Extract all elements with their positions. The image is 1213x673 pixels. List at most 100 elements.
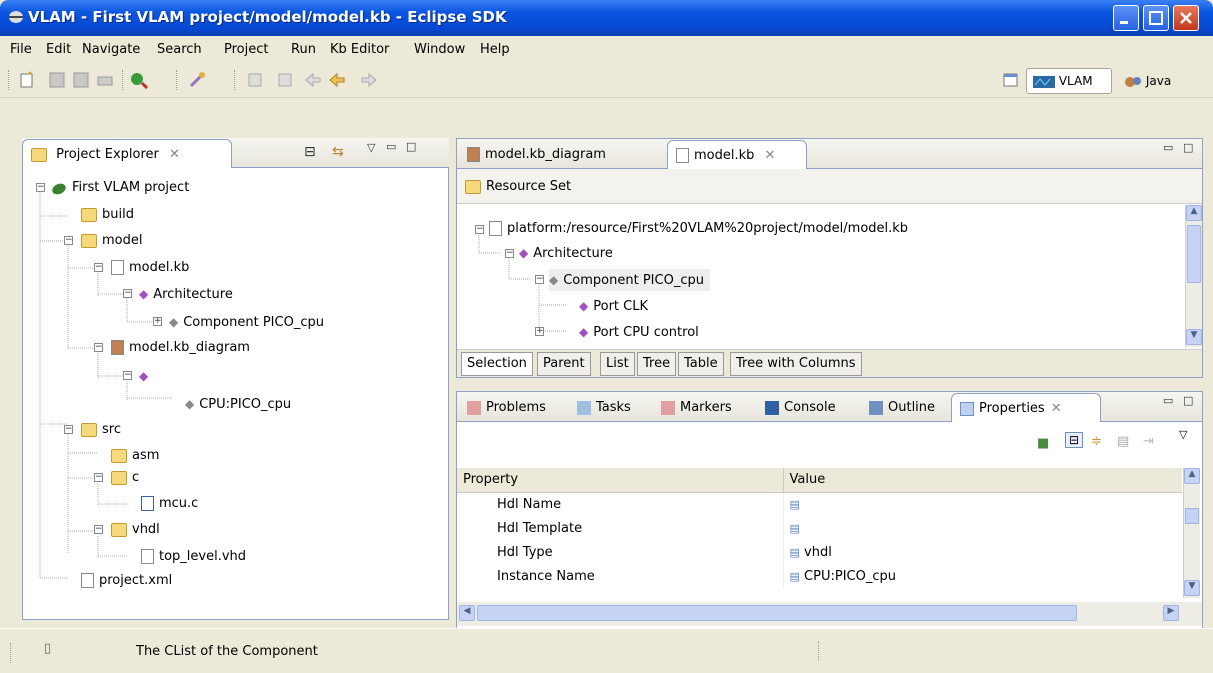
tree-item-port-cpu-control[interactable]: ◆ Port CPU control bbox=[579, 321, 699, 343]
collapse-toggle[interactable]: − bbox=[64, 236, 73, 245]
tree-item-diagram-root[interactable]: ◆ bbox=[139, 365, 153, 387]
tree-item-component-selected[interactable]: ◆ Component PICO_cpu bbox=[549, 269, 710, 291]
properties-hscrollbar[interactable]: ◀ ▶ bbox=[457, 602, 1202, 626]
minimize-view-icon[interactable]: ▭ bbox=[1163, 141, 1173, 154]
collapse-toggle[interactable]: − bbox=[94, 263, 103, 272]
expand-toggle[interactable]: + bbox=[153, 317, 162, 326]
maximize-view-icon[interactable]: □ bbox=[1183, 394, 1193, 407]
print-icon[interactable] bbox=[96, 71, 114, 89]
tree-item-project-xml[interactable]: project.xml bbox=[81, 570, 172, 592]
tree-item-project[interactable]: First VLAM project bbox=[51, 177, 189, 199]
perspective-vlam[interactable]: VLAM bbox=[1026, 68, 1112, 94]
maximize-button[interactable] bbox=[1143, 5, 1169, 31]
hscroll-thumb[interactable] bbox=[477, 605, 1077, 621]
tree-item-mcu-c[interactable]: mcu.c bbox=[141, 493, 198, 515]
build-icon[interactable] bbox=[188, 71, 206, 89]
menu-run[interactable]: Run bbox=[291, 42, 316, 57]
tab-outline[interactable]: Outline bbox=[861, 393, 943, 422]
tab-problems[interactable]: Problems bbox=[459, 393, 554, 422]
minimize-view-icon[interactable]: ▭ bbox=[1163, 394, 1173, 407]
advanced-icon[interactable]: ▤ bbox=[1117, 434, 1129, 449]
collapse-toggle[interactable]: − bbox=[94, 525, 103, 534]
collapse-all-icon[interactable]: ⊟ bbox=[304, 144, 316, 160]
filter-icon[interactable]: ≑ bbox=[1091, 434, 1102, 449]
tree-item-build[interactable]: build bbox=[81, 204, 134, 226]
tree-item-architecture[interactable]: ◆ Architecture bbox=[139, 283, 233, 305]
collapse-toggle[interactable]: − bbox=[94, 343, 103, 352]
scroll-thumb[interactable] bbox=[1187, 225, 1201, 283]
collapse-toggle[interactable]: − bbox=[123, 371, 132, 380]
restore-default-icon[interactable]: ⇥ bbox=[1143, 434, 1154, 449]
tab-table[interactable]: Table bbox=[678, 352, 724, 376]
tree-item-port-clk[interactable]: ◆ Port CLK bbox=[579, 295, 648, 317]
categories-icon[interactable]: ⊟ bbox=[1065, 432, 1084, 448]
tree-item-architecture[interactable]: ◆ Architecture bbox=[519, 242, 613, 264]
close-icon[interactable]: ✕ bbox=[169, 147, 180, 162]
column-header-property[interactable]: Property bbox=[457, 468, 784, 492]
view-menu-icon[interactable]: ▽ bbox=[1179, 428, 1187, 441]
tree-item-top-level[interactable]: top_level.vhd bbox=[141, 546, 246, 568]
table-row[interactable]: Hdl Type ▤ vhdl bbox=[457, 540, 1182, 564]
menu-navigate[interactable]: Navigate bbox=[82, 42, 140, 57]
back-icon[interactable] bbox=[328, 71, 346, 89]
pin-icon[interactable]: ■ bbox=[1037, 436, 1049, 451]
tab-tasks[interactable]: Tasks bbox=[569, 393, 639, 422]
collapse-toggle[interactable]: − bbox=[123, 289, 132, 298]
close-button[interactable] bbox=[1173, 5, 1199, 31]
tab-console[interactable]: Console bbox=[757, 393, 844, 422]
link-editor-icon[interactable]: ⇆ bbox=[332, 144, 344, 160]
expand-toggle[interactable]: + bbox=[535, 327, 544, 336]
new-icon[interactable] bbox=[18, 71, 36, 89]
table-row[interactable]: Hdl Template ▤ bbox=[457, 516, 1182, 540]
menu-edit[interactable]: Edit bbox=[46, 42, 71, 57]
tree-item-model-kb-diagram[interactable]: model.kb_diagram bbox=[111, 337, 250, 359]
tree-item-asm[interactable]: asm bbox=[111, 445, 159, 467]
tree-item-model-kb[interactable]: model.kb bbox=[111, 257, 189, 279]
menu-file[interactable]: File bbox=[10, 42, 32, 57]
menu-kb-editor[interactable]: Kb Editor bbox=[330, 42, 389, 57]
perspective-java[interactable]: Java bbox=[1124, 74, 1171, 89]
tab-markers[interactable]: Markers bbox=[653, 393, 740, 422]
next-annotation-icon[interactable] bbox=[276, 71, 294, 89]
scroll-down-icon[interactable]: ▼ bbox=[1186, 329, 1202, 345]
last-edit-icon[interactable] bbox=[304, 71, 322, 89]
collapse-toggle[interactable]: − bbox=[475, 225, 484, 234]
scroll-down-icon[interactable]: ▼ bbox=[1184, 580, 1200, 596]
editor-scrollbar[interactable]: ▲ ▼ bbox=[1185, 205, 1202, 347]
run-icon[interactable] bbox=[130, 71, 148, 89]
tab-selection[interactable]: Selection bbox=[461, 352, 533, 376]
tab-project-explorer[interactable]: Project Explorer ✕ bbox=[22, 139, 232, 168]
tree-item-vhdl[interactable]: vhdl bbox=[111, 519, 160, 541]
tab-tree-with-columns[interactable]: Tree with Columns bbox=[730, 352, 862, 376]
scroll-thumb[interactable] bbox=[1185, 508, 1199, 524]
menu-search[interactable]: Search bbox=[157, 42, 202, 57]
maximize-view-icon[interactable]: □ bbox=[406, 140, 416, 153]
menu-project[interactable]: Project bbox=[224, 42, 268, 57]
maximize-view-icon[interactable]: □ bbox=[1183, 141, 1193, 154]
collapse-toggle[interactable]: − bbox=[505, 249, 514, 258]
scroll-left-icon[interactable]: ◀ bbox=[459, 605, 475, 621]
view-menu-icon[interactable]: ▽ bbox=[367, 141, 375, 154]
scroll-up-icon[interactable]: ▲ bbox=[1184, 468, 1200, 484]
collapse-toggle[interactable]: − bbox=[36, 183, 45, 192]
forward-icon[interactable] bbox=[360, 71, 378, 89]
open-perspective-icon[interactable] bbox=[1002, 71, 1020, 89]
close-icon[interactable]: ✕ bbox=[765, 148, 776, 163]
table-row[interactable]: Hdl Name ▤ bbox=[457, 492, 1182, 516]
tree-item-src[interactable]: src bbox=[81, 419, 121, 441]
save-icon[interactable] bbox=[48, 71, 66, 89]
tab-properties[interactable]: Properties ✕ bbox=[951, 393, 1101, 422]
tree-item-resource[interactable]: platform:/resource/First%20VLAM%20projec… bbox=[489, 218, 908, 240]
collapse-toggle[interactable]: − bbox=[535, 275, 544, 284]
tree-item-model[interactable]: model bbox=[81, 230, 142, 252]
tree-item-component[interactable]: ◆ Component PICO_cpu bbox=[169, 311, 324, 333]
tab-tree[interactable]: Tree bbox=[637, 352, 677, 376]
tab-list[interactable]: List bbox=[600, 352, 635, 376]
minimize-button[interactable] bbox=[1113, 5, 1139, 31]
scroll-right-icon[interactable]: ▶ bbox=[1163, 605, 1179, 621]
tree-item-c[interactable]: c bbox=[111, 467, 139, 489]
save-all-icon[interactable] bbox=[72, 71, 90, 89]
menu-window[interactable]: Window bbox=[414, 42, 465, 57]
tab-model-kb-diagram[interactable]: model.kb_diagram bbox=[459, 140, 659, 169]
tab-parent[interactable]: Parent bbox=[537, 352, 591, 376]
